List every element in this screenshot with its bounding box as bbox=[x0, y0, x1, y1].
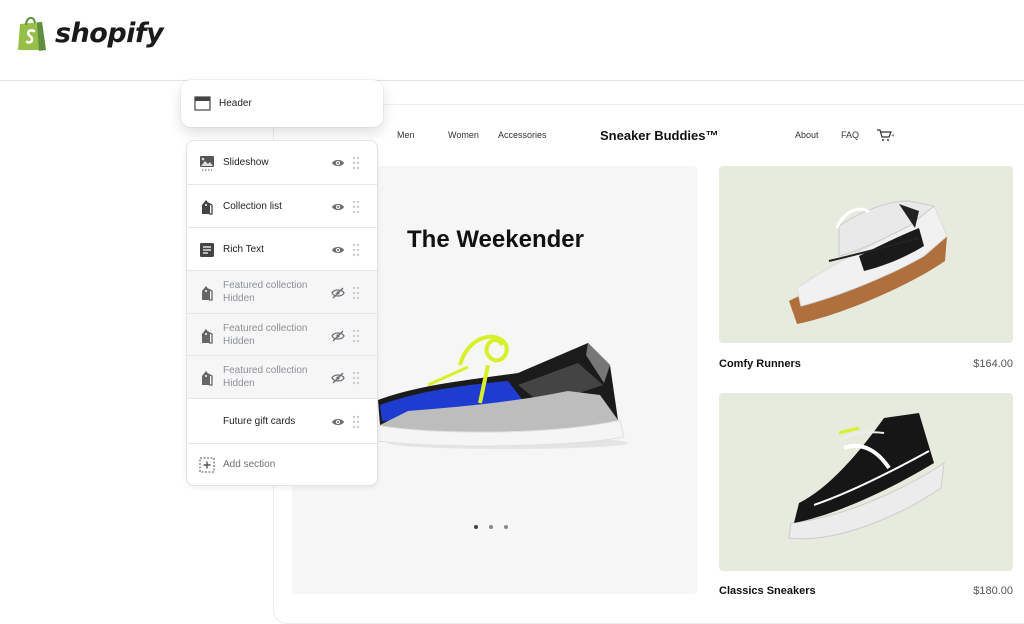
svg-text:+: + bbox=[891, 133, 894, 139]
section-label: Collection list bbox=[223, 201, 282, 212]
section-featured-collection[interactable]: Featured collection Hidden bbox=[187, 271, 377, 314]
header-layout-icon bbox=[194, 96, 211, 111]
eye-off-icon[interactable] bbox=[331, 286, 345, 300]
drag-handle-icon[interactable] bbox=[352, 200, 360, 214]
cart-icon[interactable]: + bbox=[876, 128, 894, 142]
drag-handle-icon[interactable] bbox=[352, 415, 360, 429]
section-collection-list[interactable]: Collection list bbox=[187, 185, 377, 228]
section-featured-collection[interactable]: Featured collection Hidden bbox=[187, 356, 377, 399]
drag-handle-icon[interactable] bbox=[352, 156, 360, 170]
slideshow-pagination bbox=[474, 525, 508, 529]
section-hidden-status: Hidden bbox=[223, 293, 255, 304]
product-image-classics-sneakers[interactable] bbox=[719, 393, 1013, 571]
tag-icon bbox=[202, 200, 213, 215]
section-label: Featured collection bbox=[223, 280, 308, 291]
product-price: $164.00 bbox=[973, 358, 1013, 370]
hero-title: The Weekender bbox=[407, 226, 584, 253]
product-price: $180.00 bbox=[973, 585, 1013, 597]
shopify-bag-icon bbox=[18, 17, 46, 51]
eye-off-icon[interactable] bbox=[331, 329, 345, 343]
product-image-comfy-runners[interactable] bbox=[719, 166, 1013, 343]
drag-handle-icon[interactable] bbox=[352, 329, 360, 343]
nav-link-men[interactable]: Men bbox=[397, 130, 415, 140]
eye-icon[interactable] bbox=[331, 243, 345, 257]
nav-link-women[interactable]: Women bbox=[448, 130, 479, 140]
nav-link-faq[interactable]: FAQ bbox=[841, 130, 859, 140]
top-bar: shopify bbox=[0, 0, 1024, 81]
section-featured-collection[interactable]: Featured collection Hidden bbox=[187, 314, 377, 356]
logo-wordmark: shopify bbox=[55, 17, 164, 49]
section-label: Header bbox=[219, 98, 252, 109]
section-hidden-status: Hidden bbox=[223, 378, 255, 389]
section-label: Future gift cards bbox=[223, 416, 296, 427]
section-label: Featured collection bbox=[223, 323, 308, 334]
eye-icon[interactable] bbox=[331, 200, 345, 214]
eye-icon[interactable] bbox=[331, 415, 345, 429]
add-section-label: Add section bbox=[223, 459, 276, 470]
text-icon bbox=[200, 243, 214, 257]
section-header[interactable]: Header bbox=[181, 80, 383, 127]
shopify-logo[interactable]: shopify bbox=[15, 14, 164, 52]
section-hidden-status: Hidden bbox=[223, 336, 255, 347]
eye-icon[interactable] bbox=[331, 156, 345, 170]
image-icon bbox=[200, 156, 214, 171]
drag-handle-icon[interactable] bbox=[352, 243, 360, 257]
section-rich-text[interactable]: Rich Text bbox=[187, 228, 377, 271]
section-label: Rich Text bbox=[223, 244, 264, 255]
product-name[interactable]: Comfy Runners bbox=[719, 358, 801, 370]
section-label: Slideshow bbox=[223, 157, 269, 168]
section-future-gift-cards[interactable]: Future gift cards bbox=[187, 399, 377, 444]
nav-link-about[interactable]: About bbox=[795, 130, 819, 140]
tag-icon bbox=[202, 286, 213, 301]
tag-icon bbox=[202, 329, 213, 344]
sections-panel: Slideshow Collection list Rich Text Feat… bbox=[186, 140, 378, 486]
sneaker-image bbox=[789, 200, 948, 324]
slide-dot-1[interactable] bbox=[474, 525, 478, 529]
product-name[interactable]: Classics Sneakers bbox=[719, 585, 816, 597]
store-name[interactable]: Sneaker Buddies™ bbox=[600, 128, 719, 143]
drag-handle-icon[interactable] bbox=[352, 371, 360, 385]
tag-icon bbox=[202, 371, 213, 386]
eye-off-icon[interactable] bbox=[331, 371, 345, 385]
slide-dot-2[interactable] bbox=[489, 525, 493, 529]
slide-dot-3[interactable] bbox=[504, 525, 508, 529]
section-label: Featured collection bbox=[223, 365, 308, 376]
nav-link-accessories[interactable]: Accessories bbox=[498, 130, 547, 140]
sneaker-image bbox=[788, 413, 945, 540]
add-section-icon bbox=[199, 457, 215, 473]
sneaker-image bbox=[373, 334, 628, 449]
drag-handle-icon[interactable] bbox=[352, 286, 360, 300]
section-slideshow[interactable]: Slideshow bbox=[187, 141, 377, 185]
add-section-button[interactable]: Add section bbox=[187, 444, 377, 485]
